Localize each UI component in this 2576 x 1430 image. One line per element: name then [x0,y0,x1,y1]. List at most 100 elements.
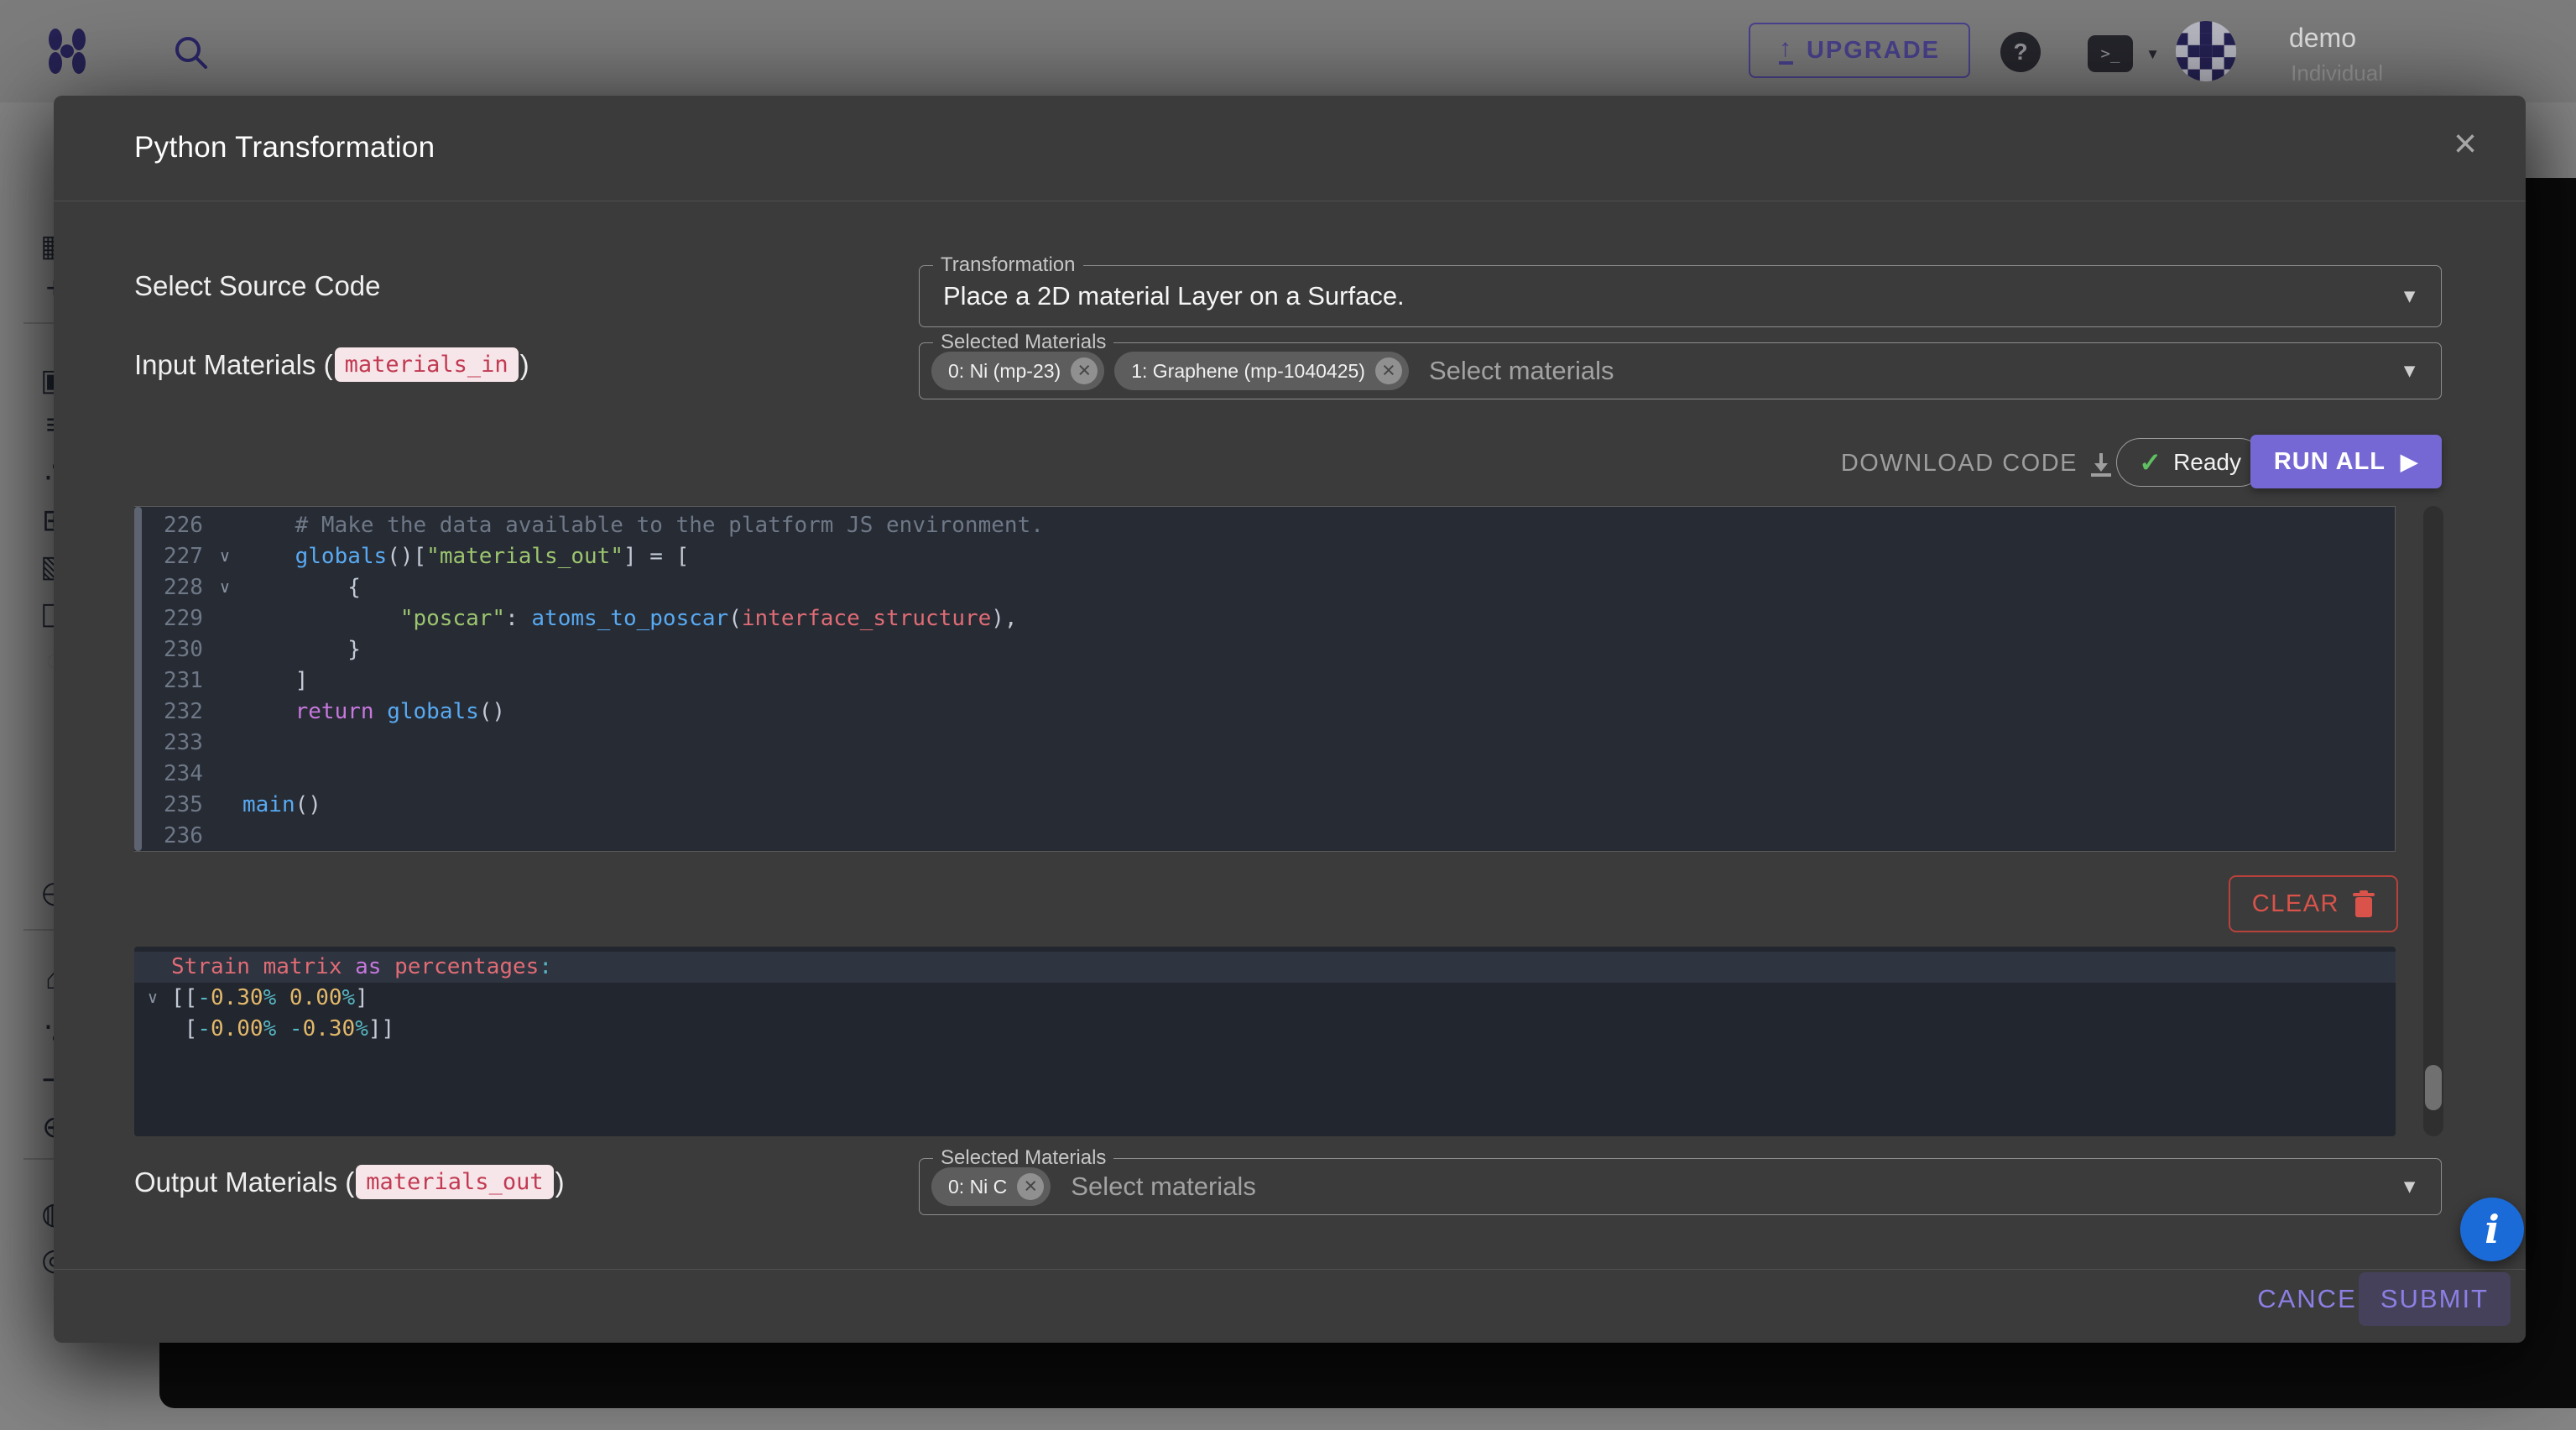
fold-arrow-icon[interactable]: ∨ [207,541,242,572]
chip-delete-icon[interactable]: × [1375,358,1402,384]
code-text: globals()["materials_out"] = [ [242,541,689,572]
user-plan: Individual [2291,60,2383,86]
material-chip-label: 0: Ni C [948,1176,1007,1198]
console-text: [-0.00% -0.30%]] [171,1014,394,1045]
console-text: [[-0.30% 0.00%] [171,983,368,1014]
editor-left-scrollbar[interactable] [134,507,142,851]
run-all-button[interactable]: RUN ALL ▶ [2250,435,2442,488]
dialog-header: Python Transformation × [54,96,2526,201]
code-line: 231 ] [142,665,2395,697]
terminal-caret-icon[interactable]: ▼ [2146,46,2160,63]
fold-spacer [207,759,242,790]
code-line: 229 "poscar": atoms_to_poscar(interface_… [142,603,2395,634]
transformation-field-label: Transformation [933,253,1083,277]
python-transformation-dialog: Python Transformation × Select Source Co… [54,96,2526,1343]
line-number: 227 [142,541,207,572]
fold-spacer [207,821,242,852]
fold-spacer [207,665,242,697]
cancel-button[interactable]: CANCEL [2257,1284,2373,1314]
clear-output-button[interactable]: CLEAR [2229,875,2398,932]
avatar[interactable] [2176,21,2236,81]
code-line: 226 # Make the data available to the pla… [142,510,2395,541]
input-materials-suffix: ) [520,349,529,381]
material-chip[interactable]: 0: Ni (mp-23) × [931,352,1104,390]
screen: ↑ UPGRADE ? >_ ▼ demo Individual ▦+▣≡∴⊞▧… [0,0,2576,1430]
code-line: 236 [142,821,2395,852]
line-number: 232 [142,697,207,728]
code-line: 232 return globals() [142,697,2395,728]
footer-divider [54,1269,2526,1270]
material-chip[interactable]: 1: Graphene (mp-1040425)× [1114,352,1409,390]
dialog-title: Python Transformation [134,131,435,164]
user-name: demo [2289,23,2356,54]
line-number: 230 [142,634,207,665]
editor-lines: 226 # Make the data available to the pla… [142,510,2395,852]
fold-spacer [134,952,171,983]
transformation-select[interactable]: Transformation Place a 2D material Layer… [919,265,2442,327]
info-button[interactable]: i [2460,1198,2524,1261]
input-materials-prefix: Input Materials ( [134,349,333,381]
check-icon: ✓ [2139,446,2161,478]
code-line: 235main() [142,790,2395,821]
close-icon[interactable]: × [2453,124,2477,164]
chip-delete-icon[interactable]: × [1017,1173,1044,1200]
input-materials-label: Input Materials ( materials_in ) [134,347,529,382]
line-number: 226 [142,510,207,541]
code-text: { [242,572,361,603]
search-icon[interactable] [172,34,211,72]
download-icon [2089,451,2113,477]
scrollbar-track[interactable] [2423,506,2443,1136]
line-number: 229 [142,603,207,634]
material-chip-label: 0: Ni (mp-23) [948,360,1061,383]
download-code-button[interactable]: DOWNLOAD CODE [1841,450,2113,478]
fold-spacer [134,1014,171,1045]
select-materials-placeholder: Select materials [1429,356,1614,386]
console-line: ∨[[-0.30% 0.00%] [134,983,2396,1014]
chevron-down-icon[interactable]: ▼ [2400,1176,2419,1198]
fold-arrow-icon[interactable]: ∨ [134,983,171,1014]
fold-spacer [207,634,242,665]
clear-label: CLEAR [2252,890,2339,918]
console-text: Strain matrix as percentages: [171,952,552,983]
submit-button[interactable]: SUBMIT [2359,1272,2511,1326]
help-icon[interactable]: ? [2000,32,2041,72]
fold-arrow-icon[interactable]: ∨ [207,572,242,603]
output-console: Strain matrix as percentages:∨[[-0.30% 0… [134,947,2396,1136]
output-selected-materials-select[interactable]: Selected Materials 0: Ni C×Select materi… [919,1158,2442,1215]
materials-in-code: materials_in [335,347,519,382]
fold-spacer [207,603,242,634]
code-line: 228∨ { [142,572,2395,603]
line-number: 228 [142,572,207,603]
code-text: ] [242,665,308,697]
chip-delete-icon[interactable]: × [1071,358,1098,384]
download-code-label: DOWNLOAD CODE [1841,450,2078,478]
line-number: 235 [142,790,207,821]
code-line: 233 [142,728,2395,759]
fold-spacer [207,790,242,821]
run-all-label: RUN ALL [2274,448,2386,476]
input-selected-materials-select[interactable]: Selected Materials 0: Ni (mp-23)×1: Grap… [919,342,2442,399]
output-materials-suffix: ) [555,1166,565,1198]
fold-spacer [207,697,242,728]
materials-out-code: materials_out [356,1165,553,1199]
upgrade-button[interactable]: ↑ UPGRADE [1749,23,1970,78]
code-text: # Make the data available to the platfor… [242,510,1044,541]
chevron-down-icon[interactable]: ▼ [2400,360,2419,383]
fold-spacer [207,728,242,759]
status-badge: ✓ Ready [2116,438,2264,487]
chevron-down-icon[interactable]: ▼ [2400,285,2419,308]
code-text: return globals() [242,697,505,728]
fold-spacer [207,510,242,541]
scrollbar-thumb[interactable] [2425,1065,2442,1110]
status-label: Ready [2173,449,2241,476]
top-app-bar: ↑ UPGRADE ? >_ ▼ demo Individual [0,0,2576,102]
code-editor[interactable]: 226 # Make the data available to the pla… [134,506,2396,852]
output-materials-label: Output Materials ( materials_out ) [134,1165,565,1199]
output-material-chips: 0: Ni C×Select materials [931,1167,1256,1206]
material-chip[interactable]: 0: Ni C × [931,1167,1051,1206]
line-number: 231 [142,665,207,697]
code-line: 227∨ globals()["materials_out"] = [ [142,541,2395,572]
app-logo-icon[interactable] [44,28,91,75]
console-line: Strain matrix as percentages: [134,952,2396,983]
terminal-icon[interactable]: >_ [2088,35,2133,72]
